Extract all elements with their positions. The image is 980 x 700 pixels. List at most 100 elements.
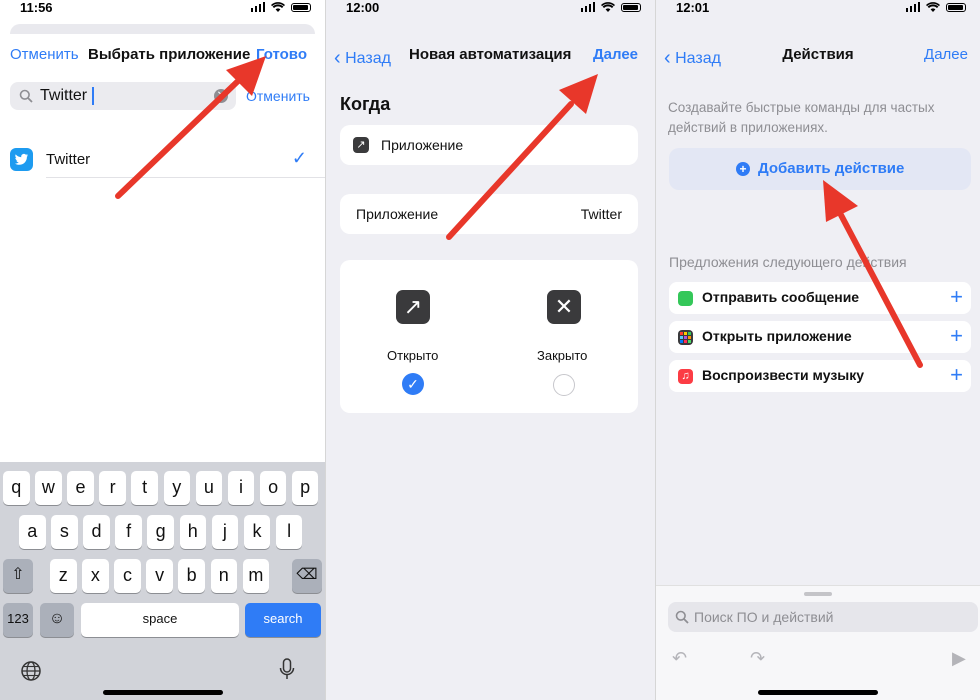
add-action-button[interactable]: + Добавить действие <box>669 148 971 190</box>
app-setting-row[interactable]: Приложение Twitter <box>340 194 638 234</box>
status-icons <box>580 2 641 12</box>
next-button[interactable]: Далее <box>924 46 968 63</box>
key-m[interactable]: m <box>242 559 270 593</box>
key-r[interactable]: r <box>99 471 126 505</box>
clear-icon[interactable]: ✕ <box>214 89 228 103</box>
redo-icon[interactable]: ↷ <box>750 648 765 669</box>
battery-icon <box>621 3 641 12</box>
search-cancel-button[interactable]: Отменить <box>246 88 310 104</box>
key-h[interactable]: h <box>179 515 207 549</box>
text-cursor <box>92 87 94 105</box>
messages-icon <box>678 291 693 306</box>
sheet-edge <box>664 24 972 34</box>
shift-icon[interactable]: ⇧ <box>3 559 33 593</box>
hint-text: Создавайте быстрые команды для частых де… <box>668 100 935 135</box>
wifi-icon <box>601 2 615 12</box>
home-indicator <box>758 690 878 695</box>
screen-choose-app: 11:56 Отменить Выбрать приложение Готово… <box>0 0 325 700</box>
status-icons <box>250 2 311 12</box>
key-s[interactable]: s <box>51 515 78 549</box>
next-button[interactable]: Далее <box>593 46 638 63</box>
unchecked-radio-icon[interactable] <box>553 374 575 396</box>
open-arrow-icon: ↗ <box>396 290 430 324</box>
key-c[interactable]: c <box>114 559 141 593</box>
sheet-edge <box>10 24 315 34</box>
key-x[interactable]: x <box>82 559 109 593</box>
key-d[interactable]: d <box>83 515 110 549</box>
key-b[interactable]: b <box>178 559 205 593</box>
key-z[interactable]: z <box>50 559 77 593</box>
back-button[interactable]: ‹ Назад <box>334 46 391 69</box>
magnifier-icon <box>675 610 689 624</box>
home-indicator <box>102 690 223 695</box>
signal-icon <box>250 2 265 12</box>
suggestions-title: Предложения следующего действия <box>669 254 907 270</box>
status-time: 12:00 <box>346 0 380 15</box>
wifi-icon <box>271 2 285 12</box>
search-key[interactable]: search <box>245 603 321 637</box>
key-n[interactable]: n <box>210 559 238 593</box>
key-j[interactable]: j <box>211 515 239 549</box>
key-y[interactable]: y <box>163 471 191 505</box>
back-label: Назад <box>345 50 391 67</box>
key-u[interactable]: u <box>195 471 223 505</box>
key-v[interactable]: v <box>146 559 173 593</box>
signal-icon <box>905 2 920 12</box>
key-o[interactable]: o <box>259 471 287 505</box>
suggestion-send-message[interactable]: Отправить сообщение + <box>669 282 971 314</box>
play-icon[interactable]: ▶ <box>952 648 966 669</box>
status-time: 11:56 <box>20 0 53 15</box>
numbers-key[interactable]: 123 <box>3 603 33 637</box>
key-l[interactable]: l <box>275 515 303 549</box>
key-f[interactable]: f <box>115 515 142 549</box>
key-a[interactable]: a <box>19 515 46 549</box>
add-action-label: Добавить действие <box>758 160 905 177</box>
apps-grid-icon <box>678 330 693 345</box>
key-k[interactable]: k <box>243 515 271 549</box>
backspace-icon[interactable]: ⌫ <box>292 559 322 593</box>
search-placeholder: Поиск ПО и действий <box>694 609 834 625</box>
status-time: 12:01 <box>676 0 710 15</box>
search-query: Twitter <box>40 87 88 104</box>
keyboard: qwertyuiop asdfghjkl ⇧ ⌫ zxcvbnm 123 ☺ s… <box>0 462 325 700</box>
status-icons <box>905 2 966 12</box>
space-key[interactable]: space <box>81 603 239 637</box>
signal-icon <box>580 2 595 12</box>
emoji-icon[interactable]: ☺ <box>40 603 74 637</box>
done-button[interactable]: Готово <box>256 46 307 63</box>
sheet-grabber[interactable] <box>804 592 832 596</box>
plus-icon[interactable]: + <box>950 323 963 349</box>
undo-icon[interactable]: ↶ <box>672 648 687 669</box>
trigger-card[interactable]: ↗ Приложение <box>340 125 638 165</box>
open-arrow-icon: ↗ <box>353 137 369 153</box>
state-options-card: ↗ Открыто ✓ ✕ Закрыто <box>340 260 638 413</box>
key-w[interactable]: w <box>35 471 62 505</box>
key-i[interactable]: i <box>227 471 255 505</box>
plus-icon[interactable]: + <box>950 284 963 310</box>
nav-bar: ‹ Назад Действия Далее <box>656 42 980 69</box>
suggestion-open-app[interactable]: Открыть приложение + <box>669 321 971 353</box>
actions-search-input[interactable]: Поиск ПО и действий <box>668 602 978 632</box>
battery-icon <box>291 3 311 12</box>
globe-icon[interactable] <box>20 660 42 682</box>
key-g[interactable]: g <box>147 515 174 549</box>
trigger-label: Приложение <box>381 137 464 153</box>
suggestion-play-music[interactable]: ♫ Воспроизвести музыку + <box>669 360 971 392</box>
screen-new-automation: 12:00 ‹ Назад Новая автоматизация Далее … <box>326 0 655 700</box>
page-title: Выбрать приложение <box>88 46 251 63</box>
checked-radio-icon[interactable]: ✓ <box>402 373 424 395</box>
cancel-button[interactable]: Отменить <box>10 46 79 63</box>
list-item-twitter[interactable]: Twitter ✓ <box>0 142 325 178</box>
key-t[interactable]: t <box>131 471 158 505</box>
keyboard-row-3: ⇧ ⌫ zxcvbnm <box>0 559 325 593</box>
nav-bar: ‹ Назад Новая автоматизация Далее <box>326 42 655 69</box>
key-q[interactable]: q <box>3 471 30 505</box>
key-p[interactable]: p <box>291 471 319 505</box>
key-e[interactable]: e <box>67 471 94 505</box>
plus-icon[interactable]: + <box>950 362 963 388</box>
section-title-when: Когда <box>340 94 391 114</box>
search-input[interactable]: Twitter ✕ <box>10 82 236 110</box>
microphone-icon[interactable] <box>279 658 295 682</box>
close-x-icon: ✕ <box>547 290 581 324</box>
sheet-edge <box>334 24 647 34</box>
